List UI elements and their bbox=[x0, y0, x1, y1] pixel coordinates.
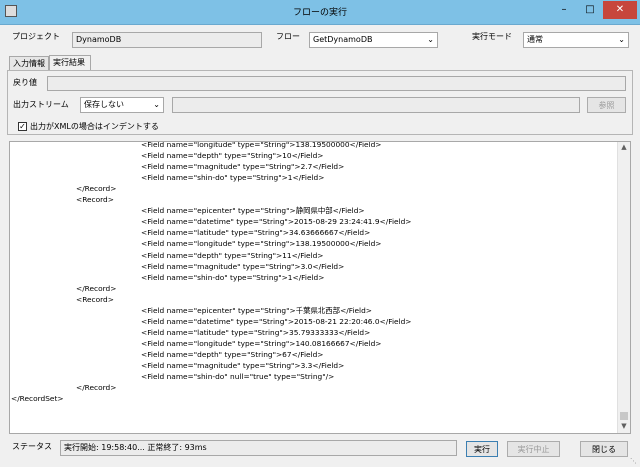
mode-select-value: 通常 bbox=[527, 35, 543, 44]
output-line: <Field name="depth" type="String">11</Fi… bbox=[141, 250, 324, 260]
output-line: <Field name="shin-do" type="String">1</F… bbox=[141, 173, 325, 183]
output-line: <Record> bbox=[76, 195, 114, 205]
flow-select-value: GetDynamoDB bbox=[313, 35, 373, 44]
output-line: <Field name="longitude" type="String">13… bbox=[141, 141, 382, 149]
chevron-down-icon: ⌄ bbox=[427, 35, 434, 44]
resize-grip-icon[interactable]: ⋱ bbox=[630, 457, 638, 465]
return-value-label: 戻り値 bbox=[13, 78, 37, 87]
run-button[interactable]: 実行 bbox=[466, 441, 498, 457]
status-label: ステータス bbox=[12, 442, 52, 451]
title-bar: フローの実行 – □ ✕ bbox=[0, 0, 640, 25]
output-stream-value: 保存しない bbox=[84, 100, 124, 109]
mode-label: 実行モード bbox=[472, 32, 512, 41]
output-line: <Field name="epicenter" type="String">静岡… bbox=[141, 206, 365, 216]
output-line: <Field name="latitude" type="String">34.… bbox=[141, 228, 371, 238]
indent-checkbox-label: 出力がXMLの場合はインデントする bbox=[30, 122, 159, 131]
output-line: </Record> bbox=[76, 184, 117, 194]
output-line: </RecordSet> bbox=[11, 394, 64, 404]
output-stream-label: 出力ストリーム bbox=[13, 100, 69, 109]
output-line: <Field name="magnitude" type="String">3.… bbox=[141, 361, 345, 370]
vertical-scrollbar[interactable]: ▲ ▼ bbox=[617, 142, 630, 433]
output-stream-path bbox=[172, 97, 580, 113]
output-stream-select[interactable]: 保存しない ⌄ bbox=[80, 97, 164, 113]
checkmark-icon: ✓ bbox=[19, 122, 26, 131]
browse-button: 参照 bbox=[587, 97, 626, 113]
output-text-area[interactable]: <Field name="longitude" type="String">13… bbox=[9, 141, 631, 434]
flow-label: フロー bbox=[276, 32, 300, 41]
tab-execution-result[interactable]: 実行結果 bbox=[49, 55, 91, 71]
minimize-button[interactable]: – bbox=[551, 1, 577, 19]
status-field: 実行開始: 19:58:40... 正常終了: 93ms bbox=[60, 440, 457, 456]
output-line: <Field name="epicenter" type="String">千葉… bbox=[141, 305, 372, 315]
chevron-down-icon: ⌄ bbox=[153, 100, 160, 109]
output-line: <Field name="magnitude" type="String">3.… bbox=[141, 261, 345, 271]
output-line: <Field name="magnitude" type="String">2.… bbox=[141, 162, 345, 172]
stop-button: 実行中止 bbox=[507, 441, 560, 457]
output-line: </Record> bbox=[76, 383, 117, 393]
output-line: <Field name="longitude" type="String">13… bbox=[141, 239, 382, 249]
output-line: <Field name="datetime" type="String">201… bbox=[141, 217, 412, 227]
output-line: <Field name="shin-do" null="true" type="… bbox=[141, 372, 335, 382]
output-line: <Field name="shin-do" type="String">1</F… bbox=[141, 272, 325, 282]
arrow-up-icon[interactable]: ▲ bbox=[618, 143, 630, 151]
maximize-button[interactable]: □ bbox=[577, 1, 603, 19]
project-field: DynamoDB bbox=[72, 32, 262, 48]
indent-checkbox[interactable]: ✓ bbox=[18, 122, 27, 131]
mode-select[interactable]: 通常 ⌄ bbox=[523, 32, 629, 48]
close-button[interactable]: 閉じる bbox=[580, 441, 628, 457]
project-label: プロジェクト bbox=[12, 32, 60, 41]
arrow-down-icon[interactable]: ▼ bbox=[618, 422, 630, 430]
output-line: <Record> bbox=[76, 294, 114, 304]
output-line: <Field name="latitude" type="String">35.… bbox=[141, 327, 371, 337]
tab-input-info[interactable]: 入力情報 bbox=[9, 56, 49, 70]
flow-select[interactable]: GetDynamoDB ⌄ bbox=[309, 32, 438, 48]
output-line: <Field name="depth" type="String">67</Fi… bbox=[141, 349, 324, 359]
return-value-field bbox=[47, 76, 626, 91]
scroll-thumb[interactable] bbox=[620, 412, 628, 420]
output-line: <Field name="depth" type="String">10</Fi… bbox=[141, 151, 324, 161]
output-line: <Field name="datetime" type="String">201… bbox=[141, 316, 412, 326]
chevron-down-icon: ⌄ bbox=[618, 35, 625, 44]
window-title: フローの実行 bbox=[292, 8, 347, 18]
close-window-button[interactable]: ✕ bbox=[603, 1, 637, 19]
output-line: <Field name="longitude" type="String">14… bbox=[141, 338, 382, 348]
output-line: </Record> bbox=[76, 283, 117, 293]
